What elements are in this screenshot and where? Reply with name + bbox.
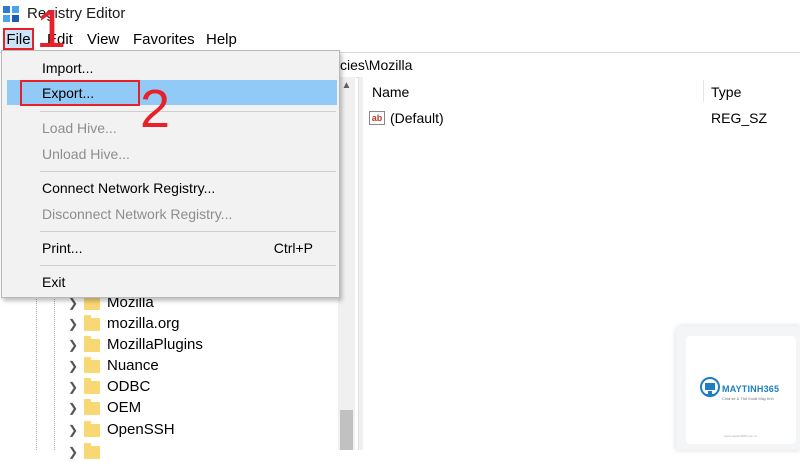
menu-separator	[40, 265, 336, 266]
folder-icon	[84, 357, 100, 373]
folder-icon	[84, 294, 100, 310]
menu-bar: File Edit View Favorites Help	[0, 28, 800, 52]
tree-guide-line	[54, 290, 56, 450]
logo-panel: MAYTINH365 Chia sẻ & Thủ thuật Máy tính …	[686, 336, 796, 444]
chevron-right-icon[interactable]: ❯	[66, 359, 80, 373]
annotation-step-1: 1	[36, 0, 67, 59]
tree-guide-line	[36, 290, 38, 450]
menu-item-print[interactable]: Print...	[42, 240, 82, 256]
menu-item-export[interactable]: Export...	[42, 85, 94, 101]
folder-icon	[84, 315, 100, 331]
chevron-right-icon[interactable]: ❯	[66, 401, 80, 415]
folder-icon	[84, 336, 100, 352]
watermark-logo: MAYTINH365 Chia sẻ & Thủ thuật Máy tính …	[676, 326, 800, 450]
tree-item[interactable]: ❯ mozilla.org	[66, 313, 180, 334]
tree-item-label: ODBC	[107, 378, 151, 395]
tree-item-label: OEM	[107, 399, 142, 416]
title-bar: Registry Editor	[0, 0, 800, 28]
chevron-right-icon[interactable]: ❯	[66, 317, 80, 331]
column-header-type[interactable]: Type	[711, 84, 741, 100]
chevron-right-icon[interactable]: ❯	[66, 338, 80, 352]
tree-item[interactable]: ❯ OEM	[66, 397, 141, 418]
print-shortcut: Ctrl+P	[273, 240, 313, 256]
logo-tagline: Chia sẻ & Thủ thuật Máy tính	[722, 396, 774, 401]
menu-item-disconnect-network-registry: Disconnect Network Registry...	[42, 206, 233, 222]
menu-separator	[40, 111, 336, 112]
address-path: cies\Mozilla	[340, 57, 413, 73]
value-type[interactable]: REG_SZ	[711, 110, 767, 130]
menu-item-exit[interactable]: Exit	[42, 274, 65, 290]
chevron-right-icon[interactable]: ❯	[66, 445, 80, 459]
value-name[interactable]: (Default)	[390, 110, 444, 130]
logo-brand: MAYTINH365	[722, 384, 780, 394]
tree-item[interactable]: ❯ MozillaPlugins	[66, 334, 203, 355]
logo-url: www.maytinh365.com.vn	[724, 434, 758, 438]
file-menu-dropdown: Import... Export... Load Hive... Unload …	[1, 50, 340, 298]
menu-separator	[40, 171, 336, 172]
scroll-up-icon[interactable]: ▲	[338, 77, 355, 94]
column-divider[interactable]	[703, 80, 704, 102]
tree-item-label: OpenSSH	[107, 421, 175, 438]
column-header-name[interactable]: Name	[372, 84, 409, 100]
menu-item-import[interactable]: Import...	[42, 60, 93, 76]
annotation-step-2: 2	[140, 79, 171, 139]
menu-separator	[40, 231, 336, 232]
menu-help[interactable]: Help	[206, 31, 237, 48]
tree-item[interactable]: ❯ OpenSSH	[66, 419, 175, 440]
tree-item[interactable]: ❯ Nuance	[66, 355, 159, 376]
tree-item-label: Nuance	[107, 357, 159, 374]
tree-scrollbar[interactable]: ▲	[338, 77, 355, 450]
scroll-thumb[interactable]	[340, 410, 353, 450]
folder-icon	[84, 443, 100, 459]
menu-item-load-hive: Load Hive...	[42, 120, 117, 136]
menu-item-unload-hive: Unload Hive...	[42, 146, 130, 162]
monitor-logo-icon	[700, 377, 720, 397]
tree-item[interactable]: ❯ ODBC	[66, 376, 150, 397]
tree-item[interactable]: ❯	[66, 441, 107, 462]
registry-editor-icon	[3, 6, 19, 22]
menu-view[interactable]: View	[87, 31, 119, 48]
tree-item-label: MozillaPlugins	[107, 336, 203, 353]
menu-favorites[interactable]: Favorites	[133, 31, 195, 48]
chevron-right-icon[interactable]: ❯	[66, 423, 80, 437]
folder-icon	[84, 378, 100, 394]
tree-item-label: mozilla.org	[107, 315, 180, 332]
string-value-icon: ab	[369, 111, 385, 125]
chevron-right-icon[interactable]: ❯	[66, 380, 80, 394]
folder-icon	[84, 421, 100, 437]
menu-item-connect-network-registry[interactable]: Connect Network Registry...	[42, 180, 215, 196]
folder-icon	[84, 399, 100, 415]
menu-file[interactable]: File	[3, 28, 34, 50]
